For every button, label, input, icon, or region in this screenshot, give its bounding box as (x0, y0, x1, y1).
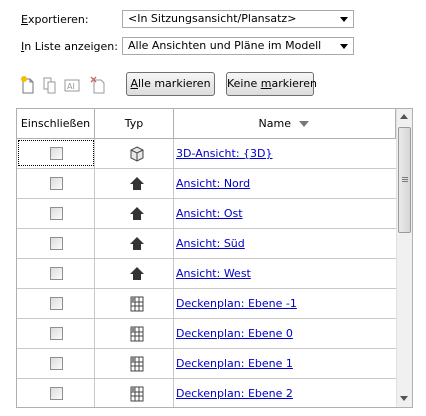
list-show-dropdown[interactable]: Alle Ansichten und Pläne im Modell (122, 37, 354, 55)
include-cell[interactable] (17, 199, 95, 228)
name-cell[interactable]: Ansicht: Ost (174, 199, 396, 228)
type-cell (95, 289, 174, 318)
column-header-include[interactable]: Einschließen (17, 109, 95, 139)
include-cell[interactable] (17, 259, 95, 288)
view-name-link[interactable]: Deckenplan: Ebene 0 (176, 319, 293, 348)
name-cell[interactable]: Deckenplan: Ebene 2 (174, 379, 396, 407)
table-row[interactable]: Deckenplan: Ebene 1 (17, 349, 396, 379)
chevron-down-icon (340, 17, 348, 22)
table-row[interactable]: Ansicht: Nord (17, 169, 396, 199)
view-name-link[interactable]: Ansicht: West (176, 259, 251, 288)
include-checkbox[interactable] (50, 207, 63, 220)
name-cell[interactable]: Ansicht: Süd (174, 229, 396, 258)
vertical-scrollbar[interactable] (396, 109, 412, 407)
export-dropdown-value: <In Sitzungsansicht/Plansatz> (128, 12, 297, 25)
column-header-name[interactable]: Name (174, 109, 396, 139)
view-name-link[interactable]: Deckenplan: Ebene -1 (176, 289, 297, 318)
table-row[interactable]: Ansicht: Ost (17, 199, 396, 229)
include-checkbox[interactable] (50, 387, 63, 400)
include-cell[interactable] (17, 379, 95, 407)
include-cell[interactable] (17, 289, 95, 318)
include-checkbox[interactable] (50, 297, 63, 310)
name-cell[interactable]: Deckenplan: Ebene -1 (174, 289, 396, 318)
include-checkbox[interactable] (50, 237, 63, 250)
type-cell (95, 379, 174, 407)
view-name-link[interactable]: Ansicht: Ost (176, 199, 243, 228)
rename-set-icon[interactable]: AI (64, 76, 80, 94)
select-none-button[interactable]: Keine markieren (226, 72, 317, 96)
view-name-link[interactable]: Ansicht: Süd (176, 229, 245, 258)
list-show-label: In Liste anzeigen: (21, 40, 118, 53)
include-checkbox[interactable] (50, 267, 63, 280)
table-row[interactable]: 3D-Ansicht: {3D} (17, 139, 396, 169)
delete-set-icon[interactable] (90, 76, 106, 94)
include-cell[interactable] (17, 139, 95, 168)
include-cell[interactable] (17, 229, 95, 258)
include-checkbox[interactable] (50, 357, 63, 370)
select-all-label: lle markieren (137, 77, 211, 90)
view-name-link[interactable]: Ansicht: Nord (176, 169, 250, 198)
view-name-link[interactable]: Deckenplan: Ebene 1 (176, 349, 293, 378)
view-name-link[interactable]: 3D-Ansicht: {3D} (176, 139, 272, 168)
type-cell (95, 349, 174, 378)
table-row[interactable]: Ansicht: West (17, 259, 396, 289)
type-cell (95, 169, 174, 198)
table-row[interactable]: Deckenplan: Ebene 0 (17, 319, 396, 349)
include-checkbox[interactable] (50, 177, 63, 190)
new-set-icon[interactable] (20, 76, 36, 94)
type-cell (95, 319, 174, 348)
export-label: Exportieren: (21, 13, 89, 26)
svg-text:AI: AI (67, 82, 75, 91)
scrollbar-thumb[interactable] (398, 127, 411, 233)
column-header-name-label: Name (258, 117, 291, 130)
name-cell[interactable]: Deckenplan: Ebene 1 (174, 349, 396, 378)
type-cell (95, 139, 174, 168)
views-table[interactable]: Einschließen Typ Name 3D-Ansicht: {3D} An… (16, 108, 413, 408)
select-all-button[interactable]: Alle markieren (126, 72, 215, 96)
select-all-accel: A (130, 77, 138, 90)
scroll-down-arrow-icon[interactable] (400, 396, 408, 401)
include-cell[interactable] (17, 349, 95, 378)
duplicate-set-icon[interactable] (42, 76, 58, 94)
name-cell[interactable]: 3D-Ansicht: {3D} (174, 139, 396, 168)
scroll-up-arrow-icon[interactable] (400, 114, 408, 119)
table-row[interactable]: Deckenplan: Ebene 2 (17, 379, 396, 407)
name-cell[interactable]: Deckenplan: Ebene 0 (174, 319, 396, 348)
column-header-type[interactable]: Typ (95, 109, 174, 139)
chevron-down-icon (340, 44, 348, 49)
sort-descending-icon (299, 121, 310, 127)
name-cell[interactable]: Ansicht: Nord (174, 169, 396, 198)
select-none-accel: m (260, 77, 272, 90)
table-row[interactable]: Ansicht: Süd (17, 229, 396, 259)
include-checkbox[interactable] (50, 327, 63, 340)
include-cell[interactable] (17, 169, 95, 198)
name-cell[interactable]: Ansicht: West (174, 259, 396, 288)
include-cell[interactable] (17, 319, 95, 348)
view-name-link[interactable]: Deckenplan: Ebene 2 (176, 379, 293, 407)
include-checkbox[interactable] (50, 147, 63, 160)
select-none-label-pre: Keine (227, 77, 261, 90)
select-none-label: arkieren (271, 77, 317, 90)
type-cell (95, 259, 174, 288)
type-cell (95, 229, 174, 258)
export-dropdown[interactable]: <In Sitzungsansicht/Plansatz> (122, 10, 354, 28)
table-row[interactable]: Deckenplan: Ebene -1 (17, 289, 396, 319)
type-cell (95, 199, 174, 228)
list-show-dropdown-value: Alle Ansichten und Pläne im Modell (128, 39, 322, 52)
